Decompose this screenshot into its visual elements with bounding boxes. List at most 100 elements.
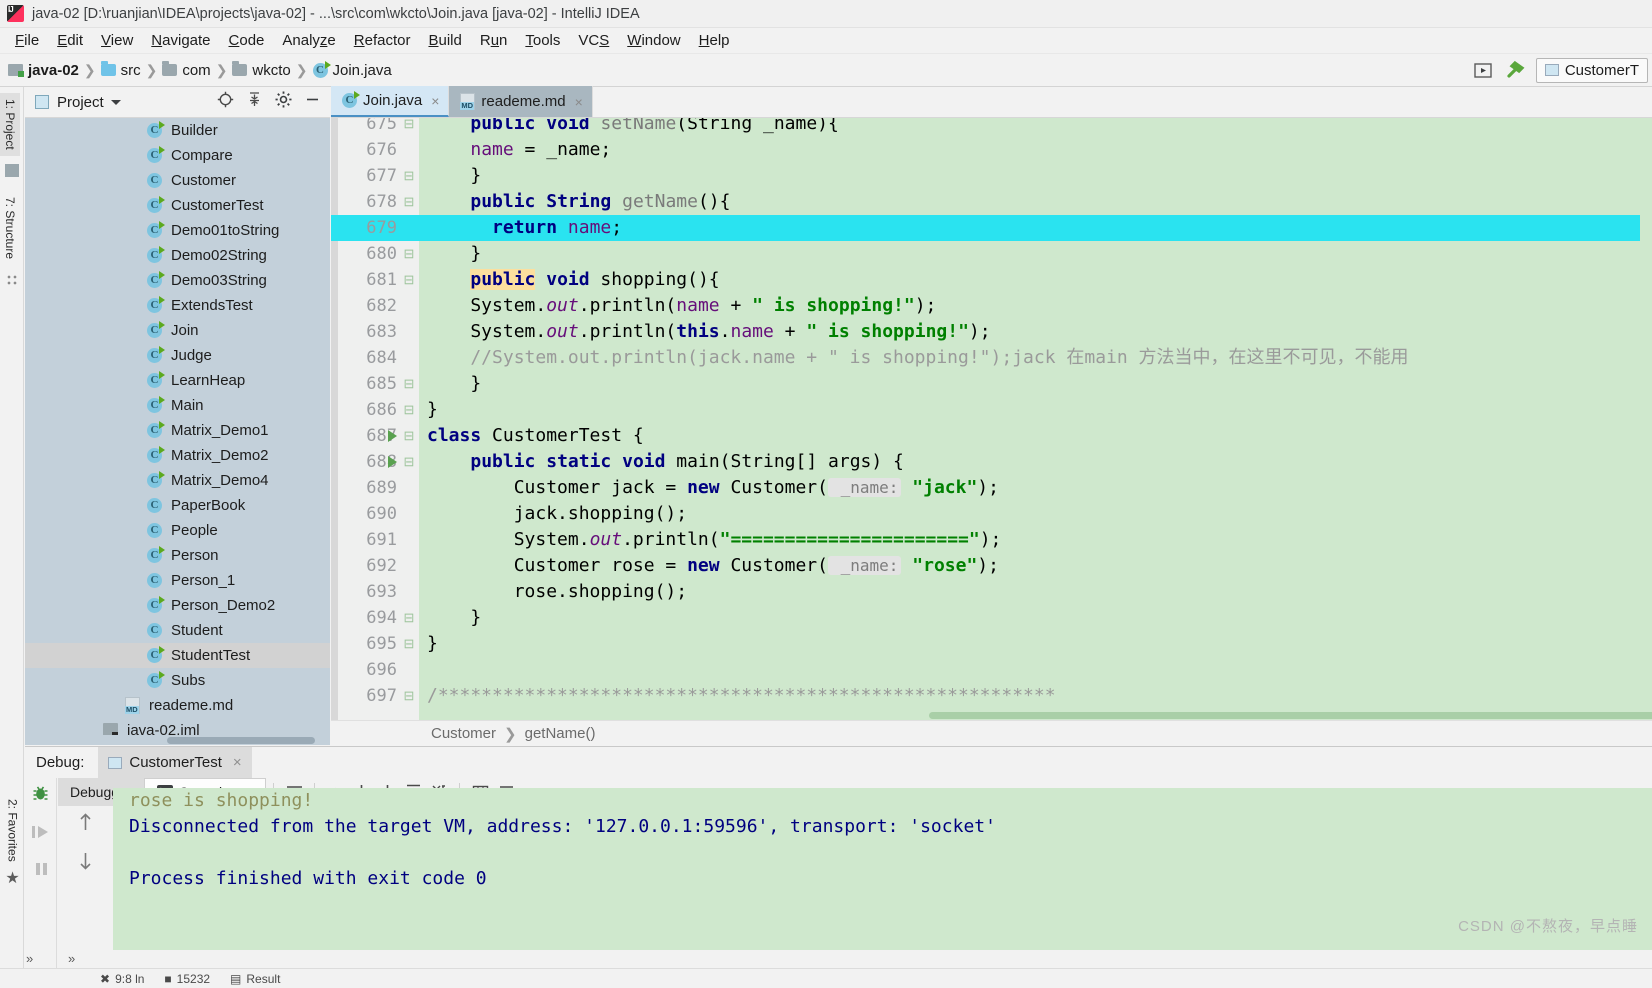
breadcrumb-com[interactable]: com ❯ <box>162 61 232 79</box>
favorites-star-icon[interactable]: ★ <box>5 868 19 888</box>
stripe-button-structure[interactable]: 7: Structure <box>0 191 20 265</box>
resume-program-icon[interactable] <box>31 824 50 845</box>
java-class-icon: C <box>147 523 162 538</box>
collapse-all-icon[interactable] <box>247 91 262 113</box>
status-warning-item[interactable]: ■ 15232 <box>164 972 210 986</box>
code-token: main(String[] args) { <box>665 451 904 472</box>
tree-item-builder[interactable]: C Builder <box>25 118 330 143</box>
breadcrumb-class[interactable]: Customer <box>431 725 496 742</box>
fold-marker-icon[interactable]: ⊟ <box>403 189 415 215</box>
project-tree-hscrollbar[interactable] <box>25 735 330 745</box>
tree-item-main[interactable]: C Main <box>25 393 330 418</box>
tree-item-learnheap[interactable]: C LearnHeap <box>25 368 330 393</box>
tree-item-matrix-demo2[interactable]: C Matrix_Demo2 <box>25 443 330 468</box>
run-gutter-icon[interactable] <box>388 423 400 449</box>
fold-marker-icon[interactable]: ⊟ <box>403 267 415 293</box>
code-line: Customer jack = new Customer( _name: "ja… <box>427 475 999 501</box>
tree-item-extendstest[interactable]: C ExtendsTest <box>25 293 330 318</box>
tree-item-join[interactable]: C Join <box>25 318 330 343</box>
stripe-button-favorites[interactable]: 2: Favorites <box>3 793 23 868</box>
fold-marker-icon[interactable]: ⊟ <box>403 397 415 423</box>
close-icon[interactable]: × <box>575 94 583 110</box>
java-class-run-icon: C <box>147 471 165 488</box>
run-configuration-selector[interactable]: CustomerT <box>1535 57 1648 83</box>
up-arrow-icon[interactable] <box>78 812 93 837</box>
fold-marker-icon[interactable]: ⊟ <box>403 163 415 189</box>
editor-tab-join-java[interactable]: C Join.java × <box>331 86 450 117</box>
breadcrumb-src[interactable]: src ❯ <box>100 61 163 79</box>
debug-session-tab[interactable]: CustomerTest × <box>98 746 252 779</box>
tree-item-person[interactable]: C Person <box>25 543 330 568</box>
menu-vcs[interactable]: VCS <box>569 30 618 51</box>
tree-item-reademe-md[interactable]: reademe.md <box>25 693 330 718</box>
tree-item-customertest[interactable]: C CustomerTest <box>25 193 330 218</box>
editor-vscrollbar[interactable] <box>1640 118 1652 720</box>
fold-marker-icon[interactable]: ⊟ <box>403 423 415 449</box>
code-token: + <box>719 295 753 316</box>
settings-gear-icon[interactable] <box>275 91 292 113</box>
run-gutter-icon[interactable] <box>388 449 400 475</box>
breadcrumb-join-java[interactable]: C Join.java <box>312 60 392 79</box>
expand-stripe-icon[interactable]: » <box>26 951 33 966</box>
build-hammer-icon[interactable] <box>1504 60 1526 80</box>
fold-marker-icon[interactable]: ⊟ <box>403 449 415 475</box>
status-error-item[interactable]: ✖ 9:8 ln <box>100 972 144 986</box>
locate-icon[interactable] <box>217 91 234 113</box>
tree-item-demo01tostring[interactable]: C Demo01toString <box>25 218 330 243</box>
tree-item-person-1[interactable]: C Person_1 <box>25 568 330 593</box>
pause-program-icon[interactable] <box>33 861 49 882</box>
tree-item-customer[interactable]: C Customer <box>25 168 330 193</box>
tree-item-people[interactable]: C People <box>25 518 330 543</box>
breadcrumb-method[interactable]: getName() <box>525 725 596 742</box>
fold-marker-icon[interactable]: ⊟ <box>403 631 415 657</box>
tree-item-matrix-demo4[interactable]: C Matrix_Demo4 <box>25 468 330 493</box>
fold-marker-icon[interactable]: ⊟ <box>403 371 415 397</box>
editor-hscrollbar[interactable] <box>419 711 1652 720</box>
code-text-area[interactable]: public void setName(String _name){ name … <box>419 118 1652 720</box>
menu-code[interactable]: Code <box>220 30 274 51</box>
fold-marker-icon[interactable]: ⊟ <box>403 241 415 267</box>
tree-item-studenttest[interactable]: C StudentTest <box>25 643 330 668</box>
status-terminal-item[interactable]: ▤ Result <box>230 972 280 986</box>
tree-item-judge[interactable]: C Judge <box>25 343 330 368</box>
menu-build[interactable]: Build <box>419 30 470 51</box>
tree-item-demo02string[interactable]: C Demo02String <box>25 243 330 268</box>
menu-file[interactable]: File <box>6 30 48 51</box>
status-bar: ✖ 9:8 ln ■ 15232 ▤ Result <box>0 968 1652 988</box>
tree-item-person-demo2[interactable]: C Person_Demo2 <box>25 593 330 618</box>
debug-bug-icon[interactable] <box>31 784 50 808</box>
fold-marker-icon[interactable]: ⊟ <box>403 118 415 137</box>
code-editor[interactable]: public void setName(String _name){ name … <box>331 118 1652 720</box>
fold-marker-icon[interactable]: ⊟ <box>403 605 415 631</box>
editor-tab-reademe-md[interactable]: reademe.md × <box>449 86 593 117</box>
tree-item-subs[interactable]: C Subs <box>25 668 330 693</box>
tree-item-demo03string[interactable]: C Demo03String <box>25 268 330 293</box>
menu-navigate[interactable]: Navigate <box>142 30 219 51</box>
project-tree[interactable]: C Builder C Compare C Customer C CustomerTest C D… <box>25 118 330 745</box>
tree-item-paperbook[interactable]: C PaperBook <box>25 493 330 518</box>
menu-edit[interactable]: Edit <box>48 30 92 51</box>
close-icon[interactable]: × <box>431 93 439 109</box>
menu-analyze[interactable]: Analyze <box>273 30 344 51</box>
menu-view[interactable]: View <box>92 30 142 51</box>
run-configuration-icon[interactable] <box>1472 60 1494 80</box>
hide-panel-icon[interactable] <box>305 92 320 112</box>
code-line: public void shopping(){ <box>427 267 720 293</box>
tree-item-matrix-demo1[interactable]: C Matrix_Demo1 <box>25 418 330 443</box>
menu-refactor[interactable]: Refactor <box>345 30 420 51</box>
expand-stripe-icon-2[interactable]: » <box>68 951 75 966</box>
down-arrow-icon[interactable] <box>78 851 93 876</box>
breadcrumb-java-02[interactable]: java-02 ❯ <box>8 62 101 79</box>
breadcrumb-wkcto[interactable]: wkcto ❯ <box>232 61 312 79</box>
close-icon[interactable]: × <box>233 754 242 771</box>
console-output[interactable]: rose is shopping! Disconnected from the t… <box>113 788 1652 950</box>
chevron-down-icon[interactable] <box>110 99 121 105</box>
stripe-button-project[interactable]: 1: Project <box>0 93 20 156</box>
menu-help[interactable]: Help <box>690 30 739 51</box>
menu-window[interactable]: Window <box>618 30 689 51</box>
fold-marker-icon[interactable]: ⊟ <box>403 683 415 709</box>
tree-item-student[interactable]: C Student <box>25 618 330 643</box>
menu-tools[interactable]: Tools <box>516 30 569 51</box>
tree-item-compare[interactable]: C Compare <box>25 143 330 168</box>
menu-run[interactable]: Run <box>471 30 517 51</box>
